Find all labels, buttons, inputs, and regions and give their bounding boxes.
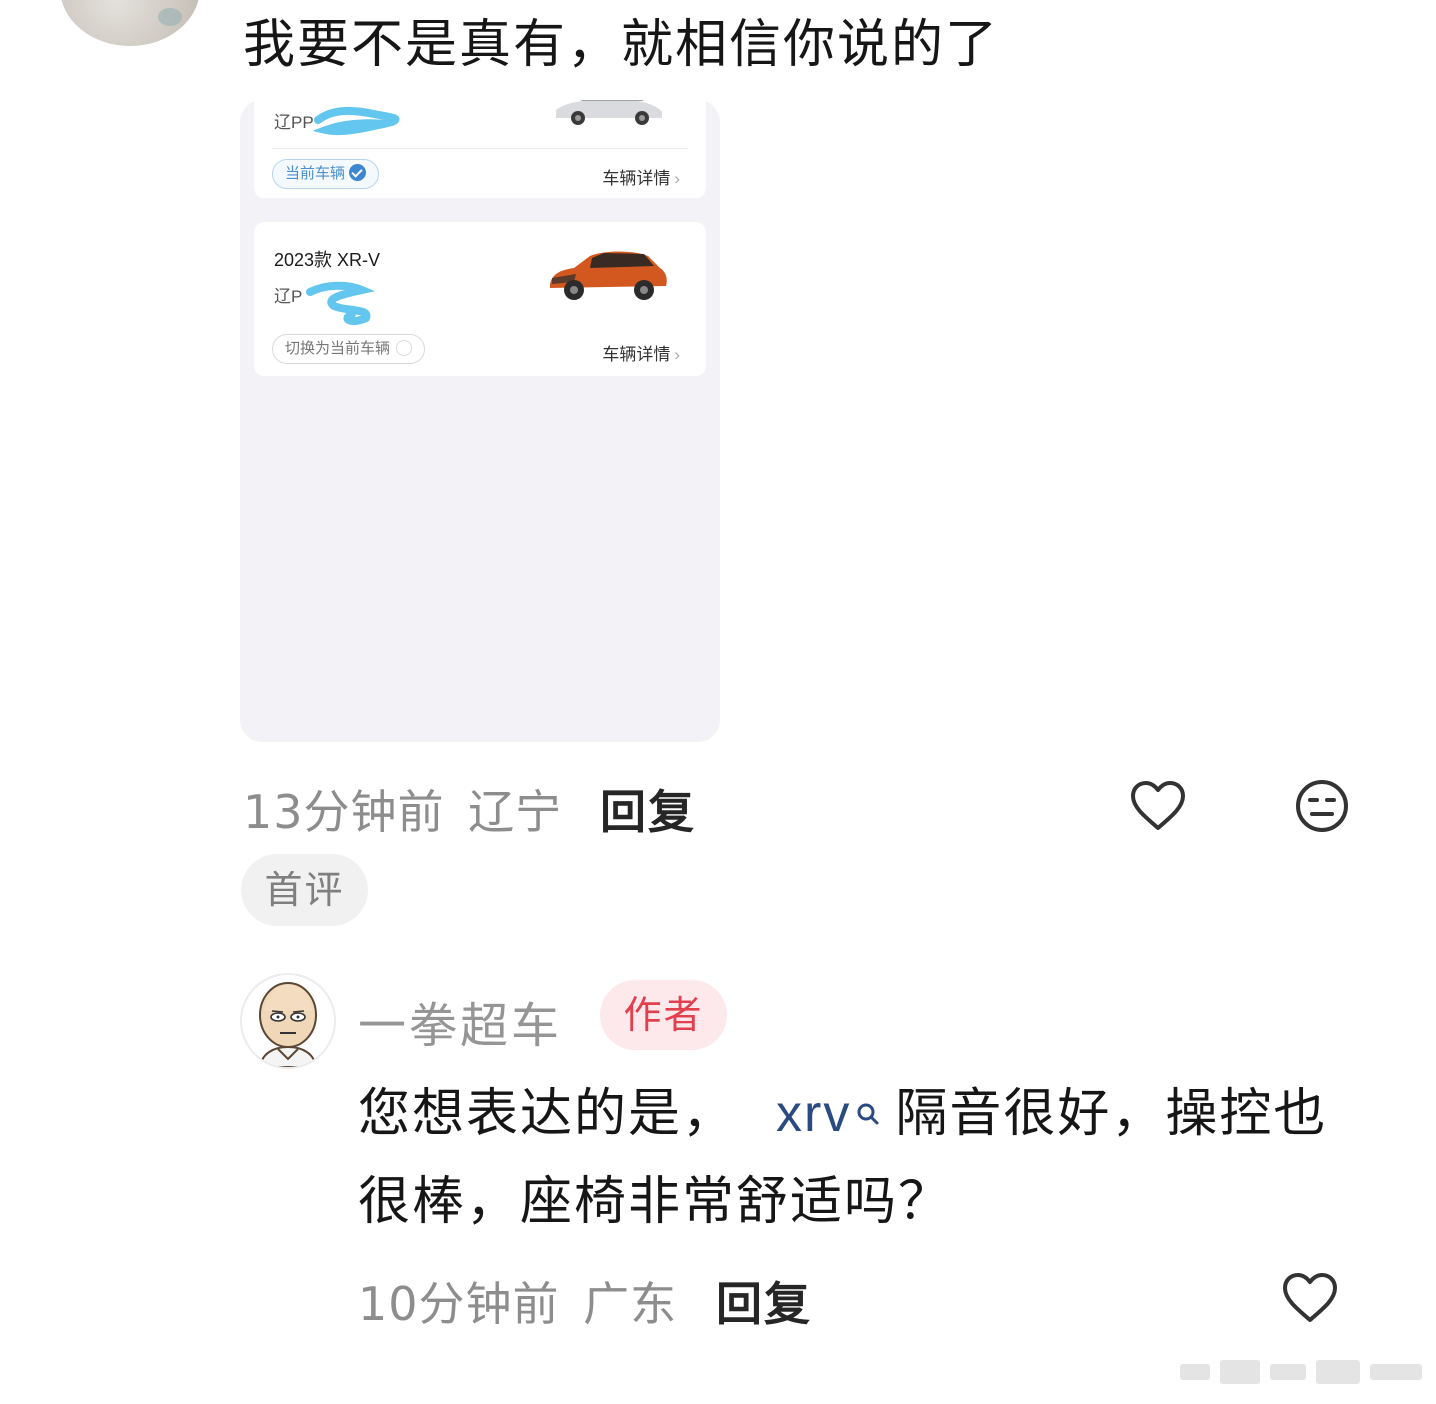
comment-time: 13分钟前	[243, 785, 445, 839]
vehicle-detail-link: 车辆详情 ›	[602, 340, 680, 365]
vehicle-card: 辽PP 当前车辆 车辆详情 ›	[254, 100, 706, 198]
vehicle-detail-link: 车辆详情 ›	[602, 164, 680, 189]
heart-icon	[1283, 1273, 1337, 1322]
car-thumbnail	[556, 100, 662, 125]
commenter-avatar[interactable]	[60, 0, 200, 46]
reply-location: 广东	[583, 1277, 678, 1331]
author-name[interactable]: 一拳超车	[358, 986, 562, 1056]
author-avatar[interactable]	[240, 973, 336, 1069]
vehicle-model: 2023款 XR-V	[274, 250, 381, 270]
current-vehicle-label: 当前车辆	[285, 165, 346, 182]
reply-text: 您想表达的是， xrv 隔音很好，操控也很棒，座椅非常舒适吗？	[358, 1070, 1358, 1246]
reply-button[interactable]: 回复	[716, 1268, 812, 1334]
reply-button[interactable]: 回复	[600, 776, 696, 842]
vehicle-detail-label: 车辆详情	[602, 345, 671, 364]
vehicle-card: 2023款 XR-V 辽P 切换为当前车辆 车辆详情 ›	[254, 222, 706, 376]
check-circle-icon	[349, 164, 367, 181]
like-button[interactable]	[1280, 1268, 1340, 1328]
card-divider	[272, 148, 688, 149]
heart-icon	[1131, 781, 1185, 830]
like-button[interactable]	[1128, 776, 1188, 836]
comment-meta: 13分钟前 辽宁	[243, 776, 562, 842]
search-icon[interactable]	[855, 1101, 881, 1127]
comment-text: 我要不是真有，就相信你说的了	[243, 15, 1000, 75]
switch-vehicle-pill: 切换为当前车辆	[272, 334, 426, 364]
car-thumbnail	[550, 251, 667, 300]
watermark	[1180, 1360, 1422, 1384]
meh-face-icon	[1296, 780, 1348, 832]
reply-time: 10分钟前	[358, 1277, 560, 1331]
vehicle-detail-label: 车辆详情	[602, 169, 671, 188]
redaction-scribble	[306, 281, 375, 325]
radio-circle-icon	[396, 340, 413, 356]
reply-meta: 10分钟前 广东	[358, 1268, 677, 1334]
redaction-scribble	[314, 106, 400, 136]
reply-text-before: 您想表达的是，	[358, 1084, 737, 1144]
author-badge: 作者	[600, 980, 727, 1050]
plate-number: 辽P	[274, 287, 303, 306]
current-vehicle-pill: 当前车辆	[272, 159, 380, 189]
dislike-button[interactable]	[1292, 776, 1352, 836]
chevron-right-icon: ›	[674, 345, 680, 364]
plate-number: 辽PP	[274, 113, 314, 132]
chevron-right-icon: ›	[674, 169, 680, 188]
switch-vehicle-label: 切换为当前车辆	[285, 340, 391, 357]
keyword-link[interactable]: xrv	[776, 1085, 851, 1143]
first-comment-badge: 首评	[241, 854, 368, 926]
comment-image[interactable]: 辽PP 当前车辆 车辆详情 › 2023款 XR-V 辽P 切换为当前车辆 车辆…	[240, 100, 720, 742]
comment-location: 辽宁	[468, 785, 563, 839]
bald-cartoon-avatar	[258, 982, 318, 1067]
